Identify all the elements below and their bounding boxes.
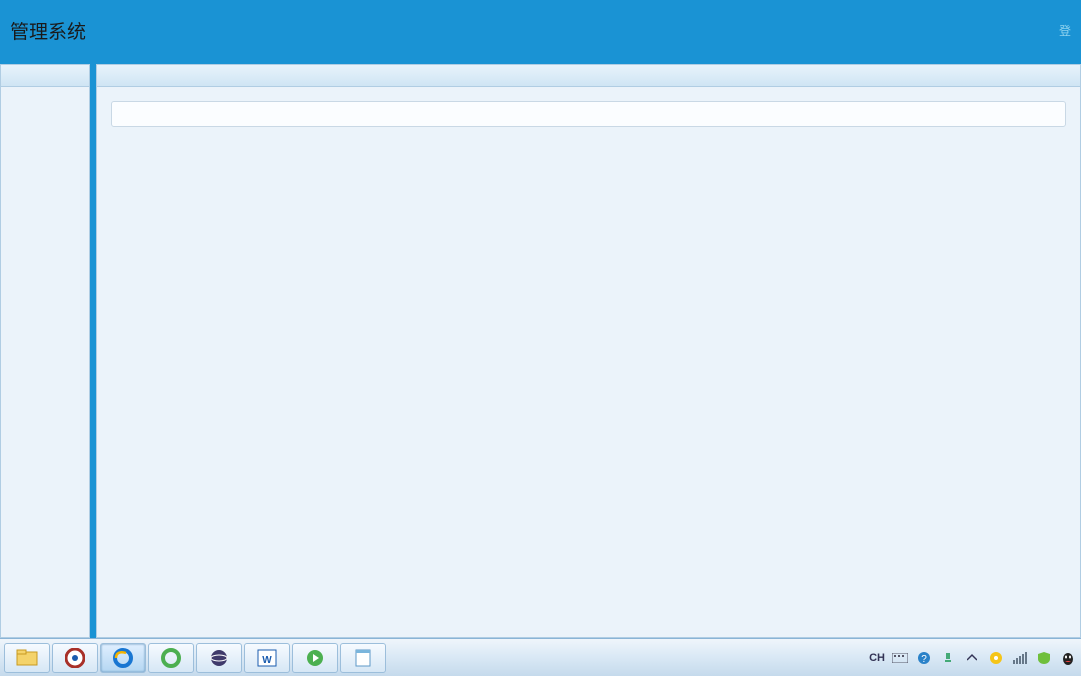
app-header: 管理系统 登 [0, 0, 1081, 60]
shield-icon[interactable] [987, 649, 1005, 667]
main-panel [96, 64, 1081, 638]
keyboard-icon[interactable] [891, 649, 909, 667]
qq-icon[interactable] [1059, 649, 1077, 667]
workspace [0, 60, 1081, 638]
notepad-icon[interactable] [340, 643, 386, 673]
panel-header [97, 65, 1080, 87]
sidebar-items [1, 87, 89, 115]
browser-icon[interactable] [52, 643, 98, 673]
help-icon[interactable]: ? [915, 649, 933, 667]
system-tray: CH ? [869, 649, 1077, 667]
taskbar-buttons: W [4, 643, 386, 673]
eclipse-icon[interactable] [196, 643, 242, 673]
word-icon[interactable]: W [244, 643, 290, 673]
taskbar: W CH ? [0, 638, 1081, 676]
ie-icon[interactable] [100, 643, 146, 673]
panel-body [97, 87, 1080, 637]
network-icon[interactable] [939, 649, 957, 667]
sidebar [0, 64, 90, 638]
app-title: 管理系统 [10, 17, 86, 44]
explorer-icon[interactable] [4, 643, 50, 673]
ime-indicator[interactable]: CH [869, 652, 885, 664]
svg-text:W: W [262, 655, 272, 666]
sidebar-header [1, 65, 89, 87]
main-input[interactable] [111, 101, 1066, 127]
media-icon[interactable] [292, 643, 338, 673]
defender-icon[interactable] [1035, 649, 1053, 667]
sidebar-item-3[interactable] [3, 105, 87, 109]
chevron-icon[interactable] [963, 649, 981, 667]
signal-icon[interactable] [1011, 649, 1029, 667]
svg-text:?: ? [921, 654, 927, 665]
green-browser-icon[interactable] [148, 643, 194, 673]
header-right-text[interactable]: 登 [1059, 22, 1071, 39]
